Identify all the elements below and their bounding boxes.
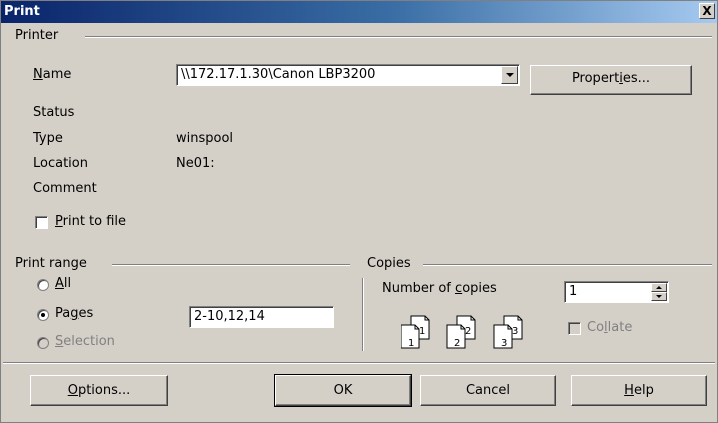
type-value: winspool [176,131,234,146]
copies-group-label: Copies [367,256,411,271]
pages-input[interactable]: 2-10,12,14 [189,306,334,328]
collate-num-3b: 3 [501,338,507,349]
comment-label: Comment [33,181,97,196]
spin-up-icon[interactable] [651,283,667,292]
printer-name-dropdown[interactable]: \\172.17.1.30\Canon LBP3200 [176,64,520,86]
name-label: Name [33,67,72,82]
help-button[interactable]: Help [571,375,707,406]
location-label: Location [33,156,88,171]
collate-num-2b: 2 [454,338,460,349]
footer-divider [3,362,715,364]
ok-button[interactable]: OK [274,374,412,407]
close-button[interactable]: X [699,3,715,19]
copies-divider [423,264,712,266]
copies-value: 1 [569,284,578,299]
type-label: Type [33,131,63,146]
radio-pages-label[interactable]: Pages [55,306,93,321]
print-to-file-checkbox[interactable] [35,216,48,229]
radio-all[interactable] [37,279,49,291]
radio-all-label[interactable]: All [55,276,71,291]
status-label: Status [33,105,75,120]
number-of-copies-label: Number of copies [382,281,497,296]
location-value: Ne01: [176,156,215,171]
properties-button[interactable]: Properties... [530,65,692,95]
printer-name-value: \\172.17.1.30\Canon LBP3200 [181,67,376,82]
radio-selected-dot [41,313,45,317]
cancel-button[interactable]: Cancel [420,375,556,406]
printer-group-divider [85,36,712,38]
title-bar[interactable]: Print X [1,1,717,23]
copies-stepper[interactable]: 1 [564,281,669,303]
copies-vertical-divider [362,278,364,351]
chevron-down-icon[interactable] [501,66,518,84]
collate-num-2a: 2 [465,326,471,337]
print-range-divider [112,264,350,266]
collate-checkbox[interactable] [568,322,581,335]
print-to-file-label[interactable]: Print to file [55,214,126,229]
collate-num-1a: 1 [419,326,425,337]
collate-label[interactable]: Collate [587,320,632,335]
collate-num-3a: 3 [512,326,518,337]
print-dialog: Print X Printer Name \\172.17.1.30\Canon… [0,0,718,423]
radio-selection[interactable] [37,337,49,349]
print-range-group-label: Print range [15,256,87,271]
radio-pages[interactable] [37,309,49,321]
spin-down-icon[interactable] [651,292,667,301]
window-title: Print [4,4,40,19]
radio-selection-label[interactable]: Selection [55,334,115,349]
collate-num-1b: 1 [408,338,414,349]
printer-group-label: Printer [15,28,59,43]
options-button[interactable]: Options... [30,375,168,406]
collate-illustration-icon: 1 1 2 2 3 3 [400,314,541,352]
copies-spinner[interactable] [651,283,667,301]
